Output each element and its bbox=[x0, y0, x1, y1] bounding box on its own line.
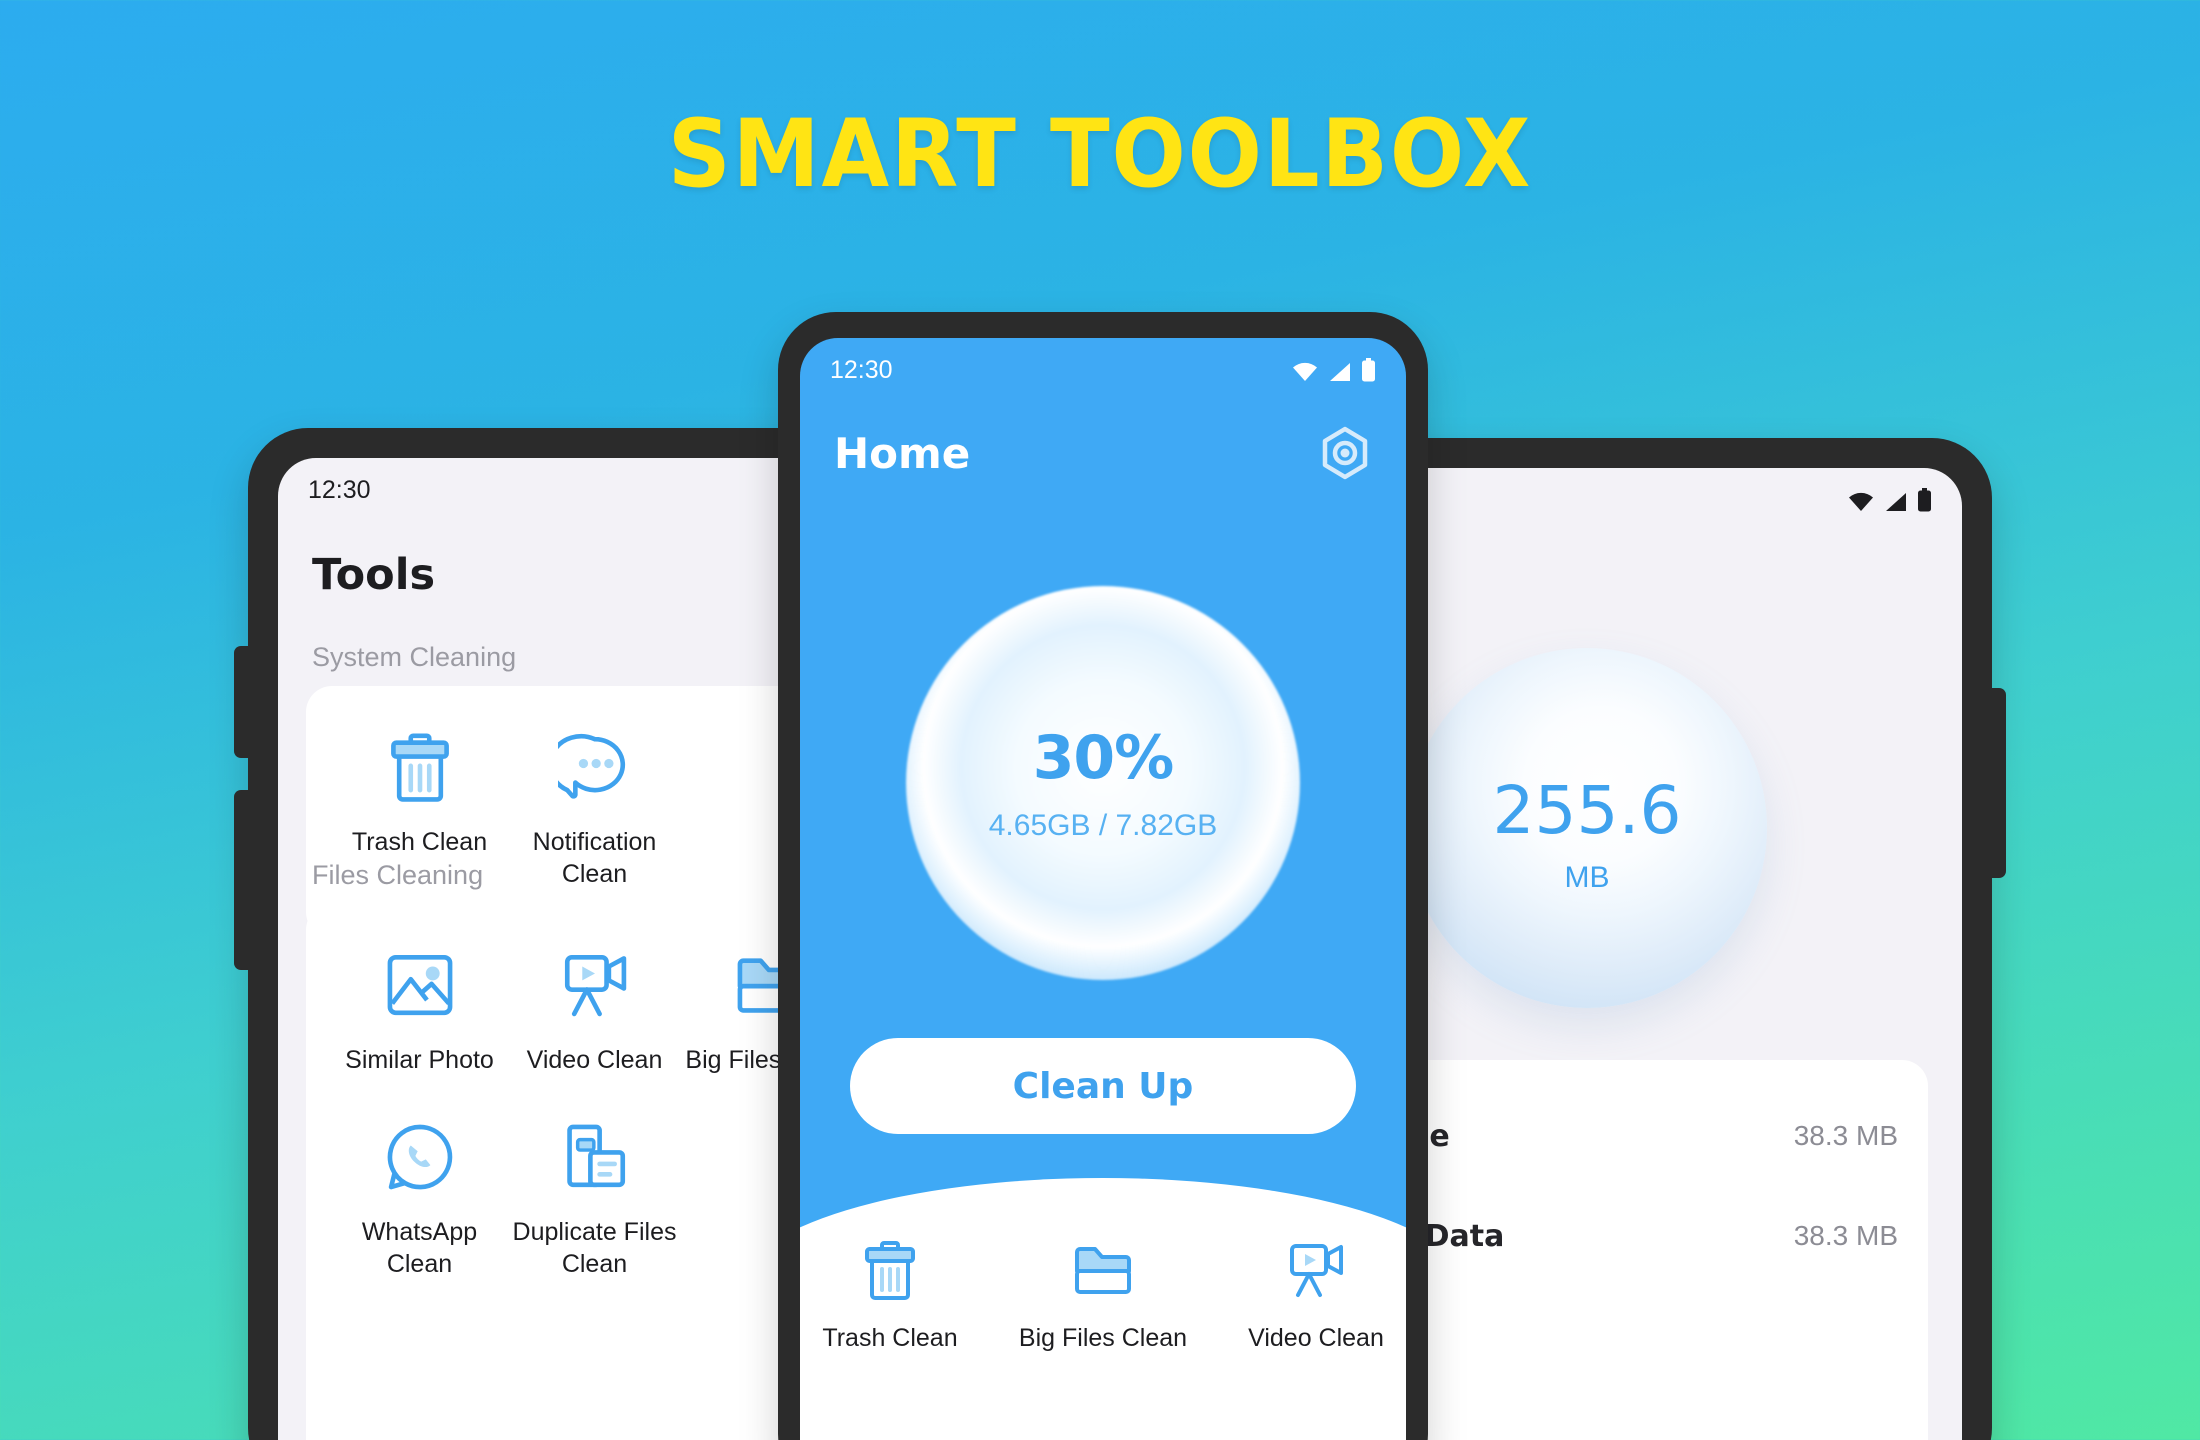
status-icons bbox=[1848, 488, 1932, 512]
phone-center-home: 12:30 Home 30% 4.65GB / 7.82GB Clean Up … bbox=[778, 312, 1428, 1440]
nav-big-files-clean[interactable]: Big Files Clean bbox=[1013, 1238, 1193, 1353]
wifi-icon bbox=[1848, 490, 1874, 511]
section-label-files-cleaning: Files Cleaning bbox=[312, 860, 484, 890]
nav-video-clean[interactable]: Video Clean bbox=[1226, 1238, 1406, 1353]
tool-label: Trash Clean bbox=[351, 828, 488, 856]
gear-hex-icon[interactable] bbox=[1318, 426, 1372, 480]
duplicate-files-icon bbox=[558, 1120, 632, 1194]
trash-total-unit: MB bbox=[1564, 860, 1610, 894]
clean-up-button[interactable]: Clean Up bbox=[850, 1038, 1356, 1134]
tool-label: Similar Photo bbox=[345, 1046, 494, 1074]
status-time: 12:30 bbox=[830, 355, 893, 384]
status-icons bbox=[1292, 358, 1376, 382]
app-bar-title: Home bbox=[834, 428, 971, 478]
nav-label: Big Files Clean bbox=[1018, 1324, 1188, 1352]
item-size: 38.3 MB bbox=[1793, 1120, 1898, 1151]
bottom-sheet: Trash Clean Big Files Clean Video Clean bbox=[800, 1178, 1406, 1440]
quick-actions-row: Trash Clean Big Files Clean Video Clean bbox=[800, 1238, 1406, 1353]
phone-left-volume-button[interactable] bbox=[234, 646, 254, 758]
tool-similar-photo[interactable]: Similar Photo bbox=[332, 948, 507, 1076]
tool-label: WhatsApp Clean bbox=[361, 1218, 478, 1278]
section-label-system-cleaning: System Cleaning bbox=[312, 642, 517, 672]
trash-size-orb: 255.6 MB bbox=[1407, 648, 1767, 1008]
chat-bubble-icon bbox=[547, 730, 632, 804]
whatsapp-icon bbox=[383, 1120, 457, 1194]
phone-left-power-button[interactable] bbox=[234, 790, 254, 970]
tool-label: Notification Clean bbox=[532, 828, 657, 888]
orb-readout: 30% 4.65GB / 7.82GB bbox=[906, 586, 1300, 980]
phone-right-power-button[interactable] bbox=[1986, 688, 2006, 878]
tool-video-clean[interactable]: Video Clean bbox=[507, 948, 682, 1076]
signal-icon bbox=[1327, 360, 1352, 381]
nav-trash-clean[interactable]: Trash Clean bbox=[800, 1238, 980, 1353]
tool-duplicate-files-clean[interactable]: Duplicate Files Clean bbox=[507, 1120, 682, 1280]
tool-label: Duplicate Files Clean bbox=[512, 1218, 677, 1278]
photo-icon bbox=[383, 948, 457, 1022]
status-bar-center: 12:30 bbox=[800, 338, 1406, 402]
tool-notification-clean[interactable]: Notification Clean bbox=[507, 730, 682, 890]
nav-label: Video Clean bbox=[1248, 1324, 1384, 1352]
wifi-icon bbox=[1292, 360, 1318, 381]
storage-usage: 4.65GB / 7.82GB bbox=[988, 809, 1218, 842]
signal-icon bbox=[1883, 490, 1908, 511]
battery-icon bbox=[1917, 488, 1932, 512]
nav-label: Trash Clean bbox=[822, 1324, 958, 1352]
battery-icon bbox=[1361, 358, 1376, 382]
screen-title-tools: Tools bbox=[312, 550, 436, 600]
video-camera-icon bbox=[558, 948, 632, 1022]
trash-total-value: 255.6 bbox=[1492, 771, 1682, 849]
tool-label: Video Clean bbox=[526, 1046, 663, 1074]
storage-percent: 30% bbox=[1032, 723, 1175, 793]
video-camera-icon bbox=[1284, 1238, 1348, 1302]
folder-icon bbox=[1071, 1238, 1135, 1302]
phone-center-screen: 12:30 Home 30% 4.65GB / 7.82GB Clean Up … bbox=[800, 338, 1406, 1440]
tool-whatsapp-clean[interactable]: WhatsApp Clean bbox=[332, 1120, 507, 1280]
orb-readout: 255.6 MB bbox=[1407, 648, 1767, 1008]
app-bar: Home bbox=[800, 408, 1406, 498]
item-size: 38.3 MB bbox=[1793, 1220, 1898, 1251]
status-time: 12:30 bbox=[308, 475, 371, 504]
trash-icon bbox=[383, 730, 457, 804]
page-title: SMART TOOLBOX bbox=[667, 100, 1533, 209]
storage-orb: 30% 4.65GB / 7.82GB bbox=[906, 586, 1300, 980]
trash-icon bbox=[858, 1238, 922, 1302]
